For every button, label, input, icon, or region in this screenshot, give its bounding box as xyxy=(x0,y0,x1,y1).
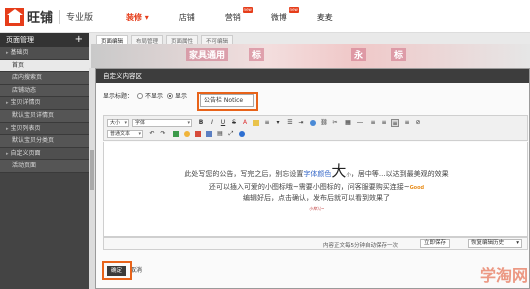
banner-text: 标 xyxy=(391,48,407,61)
title-highlight-box xyxy=(197,92,258,111)
top-nav: 装修 ▾ 店铺 营销 new 微博 new 麦麦 xyxy=(126,7,363,23)
radio-hide[interactable] xyxy=(137,92,144,99)
bold-button[interactable]: B xyxy=(197,119,205,127)
redo-icon[interactable]: ↷ xyxy=(159,130,167,138)
media-icon[interactable] xyxy=(205,130,213,138)
list-dropdown-icon[interactable]: ▾ xyxy=(274,119,282,127)
nav-maimai[interactable]: 麦麦 xyxy=(317,12,333,23)
good-sticker-icon: Good xyxy=(409,185,425,191)
sidebar-item-activity[interactable]: 活动页面 xyxy=(0,160,89,173)
confirm-highlight-box xyxy=(102,261,132,280)
sidebar-header: 页面管理 + xyxy=(0,33,89,47)
autosave-message: 内容正文每5分钟自动保存一次 xyxy=(323,243,399,249)
decorative-sticker: 小样儿~ xyxy=(309,206,325,211)
hr-icon[interactable]: ― xyxy=(356,119,364,127)
radio-show-label: 显示 xyxy=(175,93,188,100)
flash-icon[interactable] xyxy=(194,130,202,138)
logo[interactable]: 旺铺 专业版 xyxy=(5,7,93,26)
align-justify-icon[interactable]: ≡ xyxy=(380,119,388,127)
list-icon[interactable]: ≡ xyxy=(263,119,271,127)
sidebar-title: 页面管理 xyxy=(6,36,34,44)
sidebar-item-home[interactable]: 首页 xyxy=(0,59,89,73)
nav-shop[interactable]: 店铺 xyxy=(179,12,195,23)
nav-marketing[interactable]: 营销 new xyxy=(225,7,253,23)
paragraph-format-select[interactable]: 普通文本 xyxy=(107,130,143,138)
fullscreen-icon[interactable]: ⤢ xyxy=(227,130,235,138)
content-line-3: 编辑好后，点击确认，发布后就可以看到效果了 xyxy=(243,194,390,202)
rich-text-editor[interactable]: 此处写您的公告，写完之后，别忘设置字体颜色大小，居中等...以达到最美观的效果 … xyxy=(103,142,528,237)
source-code-icon[interactable]: ▤ xyxy=(216,130,224,138)
sidebar-item-news[interactable]: 店铺动态 xyxy=(0,84,89,98)
sidebar-item-default-category[interactable]: 默认宝贝分类页 xyxy=(0,135,89,148)
house-logo-icon xyxy=(5,7,24,26)
show-title-label: 显示标题： xyxy=(103,93,134,100)
banner-text: 家具通用 xyxy=(186,48,229,61)
show-title-row: 显示标题： 不显示 显示 xyxy=(103,91,187,100)
restore-history-select[interactable]: 恢复编辑历史 xyxy=(468,239,522,248)
highlight-icon[interactable] xyxy=(252,119,260,127)
content-line-1: 此处写您的公告，写完之后，别忘设置字体颜色大小，居中等...以达到最美观的效果 xyxy=(184,162,449,180)
logo-text: 旺铺 xyxy=(27,11,54,26)
font-family-select[interactable]: 字体 xyxy=(132,119,192,127)
link-icon[interactable]: ⛓ xyxy=(320,119,328,127)
strikethrough-button[interactable]: S xyxy=(230,119,238,127)
undo-icon[interactable]: ↶ xyxy=(148,130,156,138)
help-icon[interactable] xyxy=(238,130,246,138)
new-badge: new xyxy=(288,7,299,13)
sidebar-group-detail[interactable]: 宝贝详情页 xyxy=(0,97,89,110)
add-page-icon[interactable]: + xyxy=(75,33,83,47)
indent-icon[interactable]: ⇥ xyxy=(297,119,305,127)
sidebar-item-search[interactable]: 店内搜索页 xyxy=(0,72,89,85)
font-size-select[interactable]: 大小 xyxy=(107,119,129,127)
radio-hide-label: 不显示 xyxy=(145,93,164,100)
sidebar: 页面管理 + 基础页 首页 店内搜索页 店铺动态 宝贝详情页 默认宝贝详情页 宝… xyxy=(0,33,89,289)
italic-button[interactable]: I xyxy=(208,119,216,127)
align-right-icon[interactable]: ≡ xyxy=(403,119,411,127)
globe-icon[interactable] xyxy=(309,119,317,127)
sidebar-group-list[interactable]: 宝贝列表页 xyxy=(0,122,89,136)
ordered-list-icon[interactable]: ☰ xyxy=(286,119,294,127)
sidebar-item-default-detail[interactable]: 默认宝贝详情页 xyxy=(0,109,89,123)
content-line-2: 还可以插入可爱的小图标哦~需要小图标的，问客服要购买连接~Good xyxy=(208,183,425,191)
edition-label: 专业版 xyxy=(66,13,94,23)
new-badge: new xyxy=(242,7,253,13)
top-bar: 旺铺 专业版 装修 ▾ 店铺 营销 new 微博 new 麦麦 xyxy=(0,0,530,33)
dialog-title: 自定义内容区 xyxy=(96,69,529,83)
save-now-button[interactable]: 立即保存 xyxy=(420,239,451,248)
logo-divider xyxy=(59,9,61,24)
underline-button[interactable]: U xyxy=(219,119,227,127)
banner-text: 标 xyxy=(249,48,265,61)
sidebar-group-custom[interactable]: 自定义页面 xyxy=(0,147,89,161)
store-banner-preview: 家具通用 标 永 标 xyxy=(91,44,530,68)
clear-format-icon[interactable]: ⊘ xyxy=(414,119,422,127)
align-left-icon[interactable]: ≡ xyxy=(369,119,377,127)
watermark-logo: 学淘网 xyxy=(480,266,529,285)
banner-text: 永 xyxy=(351,48,367,61)
unlink-icon[interactable]: ✂ xyxy=(331,119,339,127)
custom-content-dialog: 自定义内容区 显示标题： 不显示 显示 公告栏 Notice 大小 字体 B I… xyxy=(95,68,530,289)
nav-weibo[interactable]: 微博 new xyxy=(271,7,299,23)
sidebar-group-basic[interactable]: 基础页 xyxy=(0,47,89,60)
editor-status-bar: 内容正文每5分钟自动保存一次 立即保存 恢复编辑历史 xyxy=(103,237,528,250)
font-color-icon[interactable]: A xyxy=(241,119,249,127)
table-icon[interactable]: ▦ xyxy=(344,119,352,127)
emoticon-icon[interactable] xyxy=(183,130,191,138)
editor-toolbar: 大小 字体 B I U S A ≡ ▾ ☰ ⇥ ⛓ ✂ ▦ ― ≡ ≡ ≡ ≡ … xyxy=(103,115,528,141)
nav-decorate[interactable]: 装修 ▾ xyxy=(126,12,149,23)
scrollbar-thumb[interactable] xyxy=(90,150,94,190)
radio-show[interactable] xyxy=(167,92,174,99)
align-center-icon[interactable]: ≡ xyxy=(391,119,399,127)
image-icon[interactable] xyxy=(172,130,180,138)
